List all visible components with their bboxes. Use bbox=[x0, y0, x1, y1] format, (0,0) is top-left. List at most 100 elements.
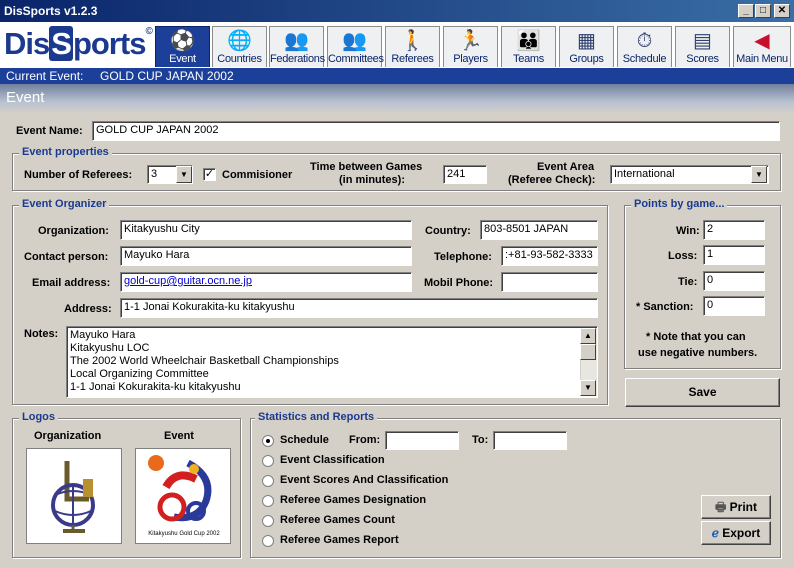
minimize-button[interactable]: _ bbox=[738, 4, 754, 18]
tab-schedule[interactable]: ⏱ Schedule bbox=[617, 26, 672, 67]
export-icon: ℯ bbox=[711, 526, 719, 540]
telephone-input[interactable]: :+81-93-582-3333 bbox=[501, 246, 598, 266]
notes-line: Kitakyushu LOC bbox=[70, 342, 150, 354]
tab-groups-label: Groups bbox=[569, 53, 604, 65]
commissioner-checkbox[interactable]: ✓ bbox=[203, 168, 216, 181]
notes-textarea[interactable]: Mayuko Hara Kitakyushu LOC The 2002 Worl… bbox=[66, 326, 598, 398]
email-input[interactable]: gold-cup@guitar.ocn.ne.jp bbox=[120, 272, 412, 292]
section-header: Event bbox=[0, 84, 794, 114]
exit-icon: ◀ bbox=[754, 30, 770, 52]
event-logo-label: Event bbox=[164, 430, 194, 442]
tab-referees-label: Referees bbox=[391, 53, 434, 65]
loss-input[interactable]: 1 bbox=[703, 245, 765, 265]
organization-label: Organization: bbox=[38, 225, 109, 237]
email-link[interactable]: gold-cup@guitar.ocn.ne.jp bbox=[124, 275, 252, 287]
sanction-label: * Sanction: bbox=[636, 301, 694, 313]
tab-referees[interactable]: 🚶 Referees bbox=[385, 26, 440, 67]
report-option-scores[interactable]: Event Scores And Classification bbox=[280, 474, 448, 486]
organization-input[interactable]: Kitakyushu City bbox=[120, 220, 412, 240]
teams-icon: 👪 bbox=[516, 30, 541, 52]
tie-input[interactable]: 0 bbox=[703, 271, 765, 291]
commissioner-label: Commisioner bbox=[222, 169, 293, 181]
tie-label: Tie: bbox=[678, 276, 698, 288]
report-option-scores-radio[interactable] bbox=[262, 475, 274, 487]
basketball-player-emblem-icon bbox=[148, 455, 212, 522]
event-area-select[interactable]: International bbox=[610, 165, 769, 184]
close-button[interactable]: ✕ bbox=[774, 4, 790, 18]
notes-line: 1-1 Jonai Kokurakita-ku kitakyushu bbox=[70, 381, 241, 393]
tab-players[interactable]: 🏃 Players bbox=[443, 26, 498, 67]
organization-logo-image[interactable] bbox=[26, 448, 122, 544]
tab-federations[interactable]: 👥 Federations bbox=[269, 26, 325, 67]
win-input[interactable]: 2 bbox=[703, 220, 765, 240]
tab-event[interactable]: ⚽ Event bbox=[155, 26, 210, 67]
referees-dropdown-icon[interactable]: ▼ bbox=[176, 166, 192, 183]
tab-scores-label: Scores bbox=[686, 53, 719, 65]
scroll-down-icon[interactable]: ▼ bbox=[580, 380, 596, 396]
reports-title: Statistics and Reports bbox=[255, 411, 378, 423]
event-name-label: Event Name: bbox=[16, 125, 83, 137]
event-area-label: Event Area bbox=[537, 161, 595, 173]
report-option-classification[interactable]: Event Classification bbox=[280, 454, 385, 466]
tab-countries[interactable]: 🌐 Countries bbox=[212, 26, 267, 67]
country-input[interactable]: 803-8501 JAPAN bbox=[480, 220, 598, 240]
event-area-value: International bbox=[614, 168, 675, 180]
event-area-sublabel: (Referee Check): bbox=[508, 174, 596, 186]
time-between-sublabel: (in minutes): bbox=[339, 174, 405, 186]
app-logo: DisSports© bbox=[4, 26, 154, 66]
sanction-input[interactable]: 0 bbox=[703, 296, 765, 316]
report-option-count-radio[interactable] bbox=[262, 515, 274, 527]
tab-committees[interactable]: 👥 Committees bbox=[327, 26, 384, 67]
organization-logo-label: Organization bbox=[34, 430, 102, 442]
to-date-input[interactable] bbox=[493, 431, 567, 450]
current-event-label: Current Event: bbox=[6, 69, 84, 83]
save-button[interactable]: Save bbox=[625, 378, 780, 407]
mobil-phone-input[interactable] bbox=[501, 272, 598, 292]
title-bar: DisSports v1.2.3 _ □ ✕ bbox=[0, 0, 794, 22]
event-logo-image[interactable]: Kitakyushu Gold Cup 2002 bbox=[135, 448, 231, 544]
tab-groups[interactable]: ▦ Groups bbox=[559, 26, 614, 67]
contact-person-input[interactable]: Mayuko Hara bbox=[120, 246, 412, 266]
address-input[interactable]: 1-1 Jonai Kokurakita-ku kitakyushu bbox=[120, 298, 598, 318]
event-icon: ⚽ bbox=[170, 30, 195, 52]
notes-line: Local Organizing Committee bbox=[70, 368, 209, 380]
player-icon: 🏃 bbox=[458, 30, 483, 52]
referees-label: Number of Referees: bbox=[24, 169, 133, 181]
referee-icon: 🚶 bbox=[400, 30, 425, 52]
print-button[interactable]: 🖶 Print bbox=[701, 495, 771, 519]
tab-event-label: Event bbox=[169, 53, 196, 65]
event-area-dropdown-icon[interactable]: ▼ bbox=[751, 166, 767, 183]
points-note-line2: use negative numbers. bbox=[638, 347, 758, 359]
scoreboard-icon: ▤ bbox=[693, 30, 712, 52]
report-option-count[interactable]: Referee Games Count bbox=[280, 514, 395, 526]
committees-icon: 👥 bbox=[342, 30, 367, 52]
tab-committees-label: Committees bbox=[328, 53, 384, 65]
tab-teams[interactable]: 👪 Teams bbox=[501, 26, 556, 67]
telephone-label: Telephone: bbox=[434, 251, 492, 263]
tab-teams-label: Teams bbox=[513, 53, 544, 65]
logo-copyright: © bbox=[145, 26, 152, 37]
report-option-report[interactable]: Referee Games Report bbox=[280, 534, 399, 546]
points-note-line1: * Note that you can bbox=[646, 331, 746, 343]
tab-countries-label: Countries bbox=[217, 53, 262, 65]
tab-scores[interactable]: ▤ Scores bbox=[675, 26, 730, 67]
event-name-input[interactable]: GOLD CUP JAPAN 2002 bbox=[92, 121, 780, 141]
report-option-schedule-radio[interactable] bbox=[262, 435, 274, 447]
maximize-button[interactable]: □ bbox=[755, 4, 771, 18]
points-title: Points by game... bbox=[631, 198, 728, 210]
report-option-designation-radio[interactable] bbox=[262, 495, 274, 507]
report-option-schedule[interactable]: Schedule bbox=[280, 434, 329, 446]
tab-schedule-label: Schedule bbox=[622, 53, 667, 65]
scroll-thumb[interactable] bbox=[580, 344, 596, 360]
event-logo-caption: Kitakyushu Gold Cup 2002 bbox=[148, 531, 220, 537]
report-option-designation[interactable]: Referee Games Designation bbox=[280, 494, 426, 506]
report-option-report-radio[interactable] bbox=[262, 535, 274, 547]
report-option-classification-radio[interactable] bbox=[262, 455, 274, 467]
print-label: Print bbox=[729, 500, 757, 514]
email-label: Email address: bbox=[32, 277, 111, 289]
scroll-up-icon[interactable]: ▲ bbox=[580, 328, 596, 344]
from-date-input[interactable] bbox=[385, 431, 459, 450]
tab-main-menu[interactable]: ◀ Main Menu bbox=[733, 26, 791, 67]
export-button[interactable]: ℯ Export bbox=[701, 521, 771, 545]
time-between-input[interactable]: 241 bbox=[443, 165, 487, 184]
